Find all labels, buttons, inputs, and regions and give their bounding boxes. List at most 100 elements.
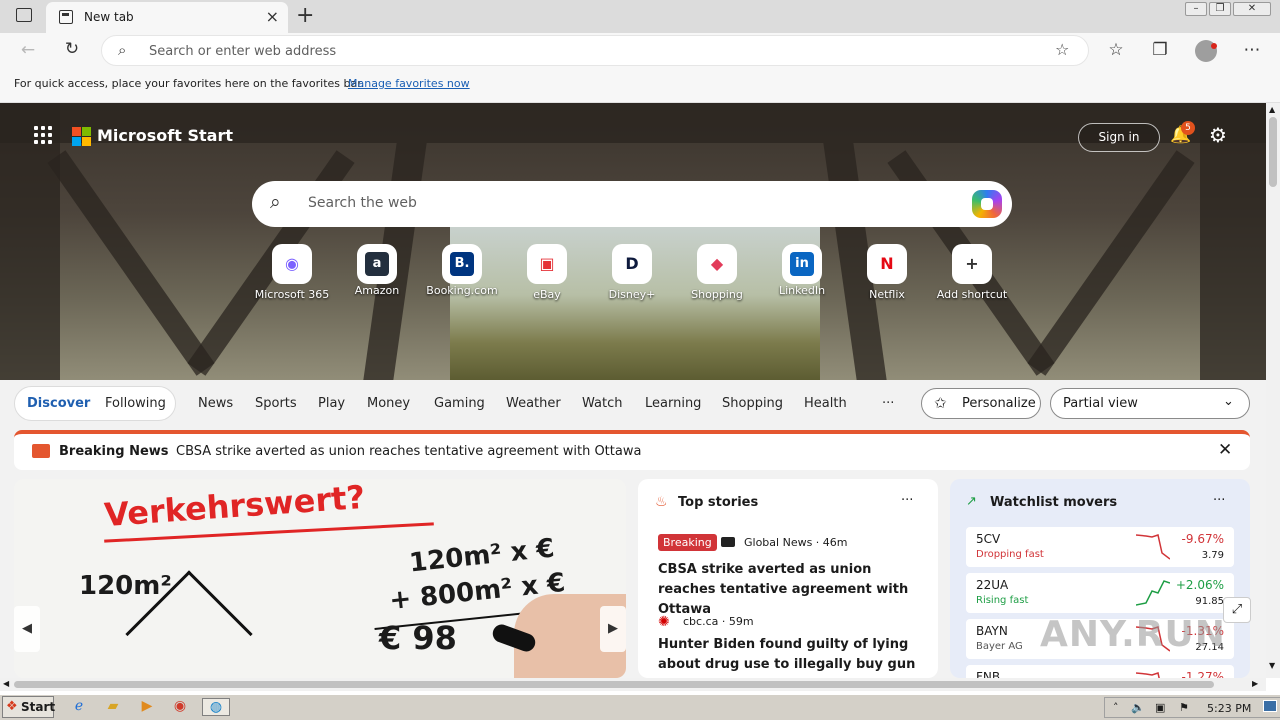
vertical-scroll-thumb[interactable] [1269,117,1277,187]
breaking-news-icon [32,444,50,458]
shortcut-tile[interactable]: + Add shortcut [929,244,1015,301]
edge-icon[interactable]: ◍ [202,698,230,716]
feed-nav-item[interactable]: Play [318,396,345,411]
tab-discover[interactable]: Discover [27,396,90,411]
scroll-right-icon[interactable]: ▶ [1252,679,1258,688]
carousel-prev-button[interactable]: ◀ [14,606,40,652]
shortcut-tile[interactable]: in LinkedIn [759,244,845,297]
address-bar[interactable]: ⌕ Search or enter web address ☆ [101,35,1089,66]
back-icon[interactable]: ← [16,40,40,60]
shortcut-icon: N [867,244,907,284]
close-window-icon[interactable]: ✕ [1233,2,1271,16]
vertical-scrollbar[interactable]: ▲ ▼ [1266,103,1280,678]
feed-nav-item[interactable]: Money [367,396,410,411]
shortcut-label: Shopping [691,288,743,301]
close-icon[interactable]: ✕ [1218,440,1232,460]
stock-symbol: BAYN [976,624,1008,638]
personalize-button[interactable]: ✩ Personalize [921,388,1041,419]
feed-nav-item[interactable]: Weather [506,396,561,411]
shortcut-icon: ◉ [272,244,312,284]
shortcut-tile[interactable]: D Disney+ [589,244,675,301]
apps-launcher-icon[interactable] [34,126,54,146]
folder-icon[interactable]: ▰ [102,698,124,716]
feed-nav-item[interactable]: Shopping [722,396,783,411]
stock-subtitle: Dropping fast [976,549,1044,560]
shortcut-tile[interactable]: ◆ Shopping [674,244,760,301]
clock[interactable]: 5:23 PM [1207,702,1251,715]
settings-gear-icon[interactable]: ⚙ [1209,123,1227,147]
network-icon[interactable]: ▣ [1155,701,1165,714]
shortcut-tile[interactable]: N Netflix [844,244,930,301]
add-favorite-icon[interactable]: ☆ [1055,40,1069,59]
watchlist-title: Watchlist movers [990,495,1118,510]
start-button[interactable]: ❖ Start [2,696,55,718]
volume-icon[interactable]: 🔈 [1131,701,1145,714]
close-tab-icon[interactable]: × [266,7,279,26]
shortcut-label: LinkedIn [778,284,826,297]
restore-icon[interactable]: ❐ [1209,2,1231,16]
shortcut-tile[interactable]: ▣ eBay [504,244,590,301]
search-icon: ⌕ [270,191,281,213]
breaking-headline[interactable]: CBSA strike averted as union reaches ten… [176,444,641,459]
scroll-left-icon[interactable]: ◀ [3,679,9,688]
shortcut-label: Microsoft 365 [254,288,330,301]
top-stories-more-icon[interactable]: ··· [901,493,913,508]
stock-price: 3.79 [1201,550,1224,561]
watchlist-more-icon[interactable]: ··· [1213,493,1225,508]
sign-in-button[interactable]: Sign in [1078,123,1160,152]
feed-nav-item[interactable]: Sports [255,396,297,411]
carousel-next-button[interactable]: ▶ [600,606,626,652]
chrome-icon[interactable]: ◉ [169,698,191,716]
media-player-icon[interactable]: ▶ [136,698,158,716]
shortcut-tile[interactable]: a Amazon [334,244,420,297]
flag-icon[interactable]: ⚑ [1179,701,1189,714]
minimize-icon[interactable]: – [1185,2,1207,16]
feed-nav-item[interactable]: Gaming [434,396,485,411]
stock-change: -9.67% [1181,532,1224,546]
feed-nav-item[interactable]: Watch [582,396,622,411]
feed-nav-item[interactable]: News [198,396,233,411]
internet-explorer-icon[interactable]: ℯ [68,698,90,716]
tab-actions-icon[interactable] [16,8,32,22]
breaking-label: Breaking News [59,444,169,459]
web-search-box[interactable]: ⌕ Search the web [252,181,1012,227]
story-headline[interactable]: CBSA strike averted as union reaches ten… [658,560,923,620]
story-headline[interactable]: Hunter Biden found guilty of lying about… [658,635,923,675]
watchlist-row[interactable]: 22UA Rising fast +2.06% 91.85 [966,573,1234,613]
collections-icon[interactable]: ❐ [1148,40,1172,60]
scroll-up-icon[interactable]: ▲ [1269,105,1275,114]
copilot-icon[interactable] [972,190,1002,218]
new-tab-icon[interactable]: + [296,3,314,28]
flame-icon: ♨ [655,494,668,510]
story-source: Global News · 46m [744,536,848,549]
watchlist-row[interactable]: 5CV Dropping fast -9.67% 3.79 [966,527,1234,567]
tab-following[interactable]: Following [105,396,166,411]
shortcut-tile[interactable]: B. Booking.com [419,244,505,297]
stock-subtitle: Rising fast [976,595,1029,606]
stock-symbol: 5CV [976,532,1001,546]
shortcut-label: Booking.com [426,284,498,297]
brand-name[interactable]: Microsoft Start [97,126,233,145]
more-options-icon[interactable]: ⋯ [1240,40,1264,60]
feed-nav-item[interactable]: Health [804,396,847,411]
breaking-news-bar[interactable]: Breaking News CBSA strike averted as uni… [14,430,1250,470]
manage-favorites-link[interactable]: Manage favorites now [348,77,470,90]
tray-expand-icon[interactable]: ˄ [1113,701,1119,714]
personalize-star-icon: ✩ [934,394,947,412]
more-topics-icon[interactable]: ··· [882,396,894,411]
horizontal-scroll-thumb[interactable] [14,681,1214,688]
refresh-icon[interactable]: ↻ [60,39,84,59]
scroll-down-icon[interactable]: ▼ [1269,661,1275,670]
favorites-icon[interactable]: ☆ [1104,40,1128,60]
view-select[interactable]: Partial view ⌄ [1050,388,1250,419]
stock-change: -1.27% [1181,670,1224,678]
feed-nav-item[interactable]: Learning [645,396,701,411]
show-desktop-icon[interactable] [1263,700,1277,712]
watchlist-row[interactable]: FNB -1.27% [966,665,1234,678]
new-tab-favicon-icon [59,10,73,24]
tab-new-tab[interactable]: New tab × [46,2,288,33]
expand-icon[interactable]: ⤢ [1223,597,1251,623]
shortcut-tile[interactable]: ◉ Microsoft 365 [249,244,335,301]
horizontal-scrollbar[interactable]: ◀ ▶ [0,678,1266,691]
hero-article-card[interactable]: Verkehrswert? 120m² 120m² x € + 800m² x … [14,479,626,678]
